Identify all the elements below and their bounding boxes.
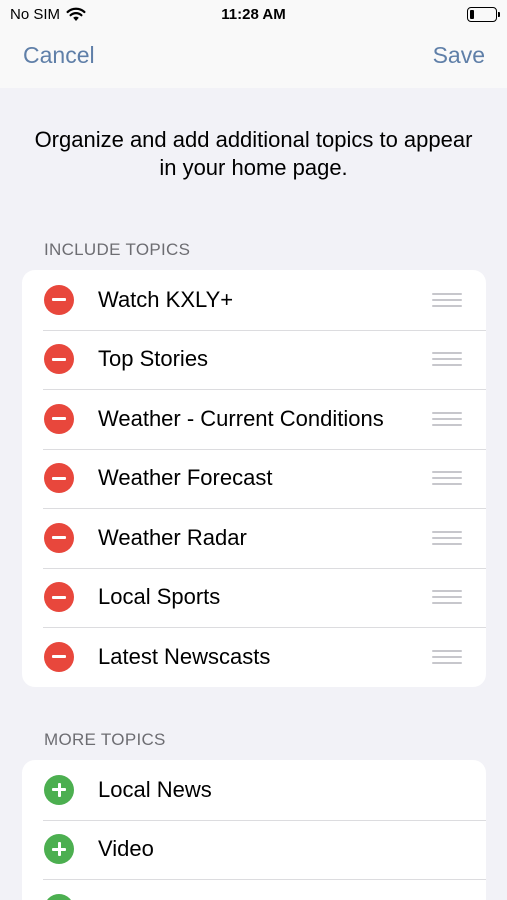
topic-row-partial[interactable] (22, 879, 486, 900)
drag-handle-icon[interactable] (432, 530, 462, 545)
topic-label: Local News (98, 776, 212, 802)
topic-row-watch-kxly[interactable]: Watch KXLY+ (22, 270, 486, 330)
status-time: 11:28 AM (221, 6, 286, 23)
drag-handle-icon[interactable] (432, 590, 462, 605)
add-icon[interactable] (44, 834, 74, 865)
cancel-button[interactable]: Cancel (23, 42, 95, 69)
topic-row-weather-current[interactable]: Weather - Current Conditions (22, 389, 486, 449)
topic-row-local-news[interactable]: Local News (22, 760, 486, 820)
add-icon[interactable] (44, 893, 74, 900)
include-topics-list: Watch KXLY+ Top Stories Weather - Curren… (22, 270, 486, 687)
top-bar: No SIM 11:28 AM Cancel Save (0, 0, 507, 88)
topic-label: Top Stories (98, 346, 209, 372)
more-topics-list: Local News Video (22, 760, 486, 900)
topic-label: Latest Newscasts (98, 643, 271, 669)
drag-handle-icon[interactable] (432, 411, 462, 426)
topic-row-latest-newscasts[interactable]: Latest Newscasts (22, 627, 486, 687)
remove-icon[interactable] (44, 403, 74, 434)
save-button[interactable]: Save (433, 42, 485, 69)
topic-label: Weather Radar (98, 524, 247, 550)
topic-row-video[interactable]: Video (22, 819, 486, 880)
topic-label: Weather Forecast (98, 465, 273, 491)
remove-icon[interactable] (44, 522, 74, 553)
topic-label: Weather - Current Conditions (98, 405, 384, 431)
navigation-bar: Cancel Save (0, 42, 507, 76)
intro-text: Organize and add additional topics to ap… (34, 127, 473, 180)
status-bar: No SIM 11:28 AM (0, 0, 507, 30)
remove-icon[interactable] (44, 641, 74, 672)
remove-icon[interactable] (44, 344, 74, 375)
topic-label: Video (98, 836, 154, 862)
battery-icon (467, 7, 500, 22)
topic-label: Local Sports (98, 584, 221, 610)
topic-row-weather-forecast[interactable]: Weather Forecast (22, 448, 486, 509)
remove-icon[interactable] (44, 463, 74, 494)
add-icon[interactable] (44, 774, 74, 805)
drag-handle-icon[interactable] (432, 292, 462, 307)
drag-handle-icon[interactable] (432, 649, 462, 664)
remove-icon[interactable] (44, 582, 74, 613)
topic-row-weather-radar[interactable]: Weather Radar (22, 508, 486, 568)
drag-handle-icon[interactable] (432, 471, 462, 486)
include-topics-header: INCLUDE TOPICS (44, 240, 191, 259)
more-topics-header: MORE TOPICS (44, 730, 166, 749)
topic-row-top-stories[interactable]: Top Stories (22, 329, 486, 390)
drag-handle-icon[interactable] (432, 352, 462, 367)
topic-label: Watch KXLY+ (98, 286, 234, 312)
topic-row-local-sports[interactable]: Local Sports (22, 567, 486, 628)
remove-icon[interactable] (44, 284, 74, 315)
